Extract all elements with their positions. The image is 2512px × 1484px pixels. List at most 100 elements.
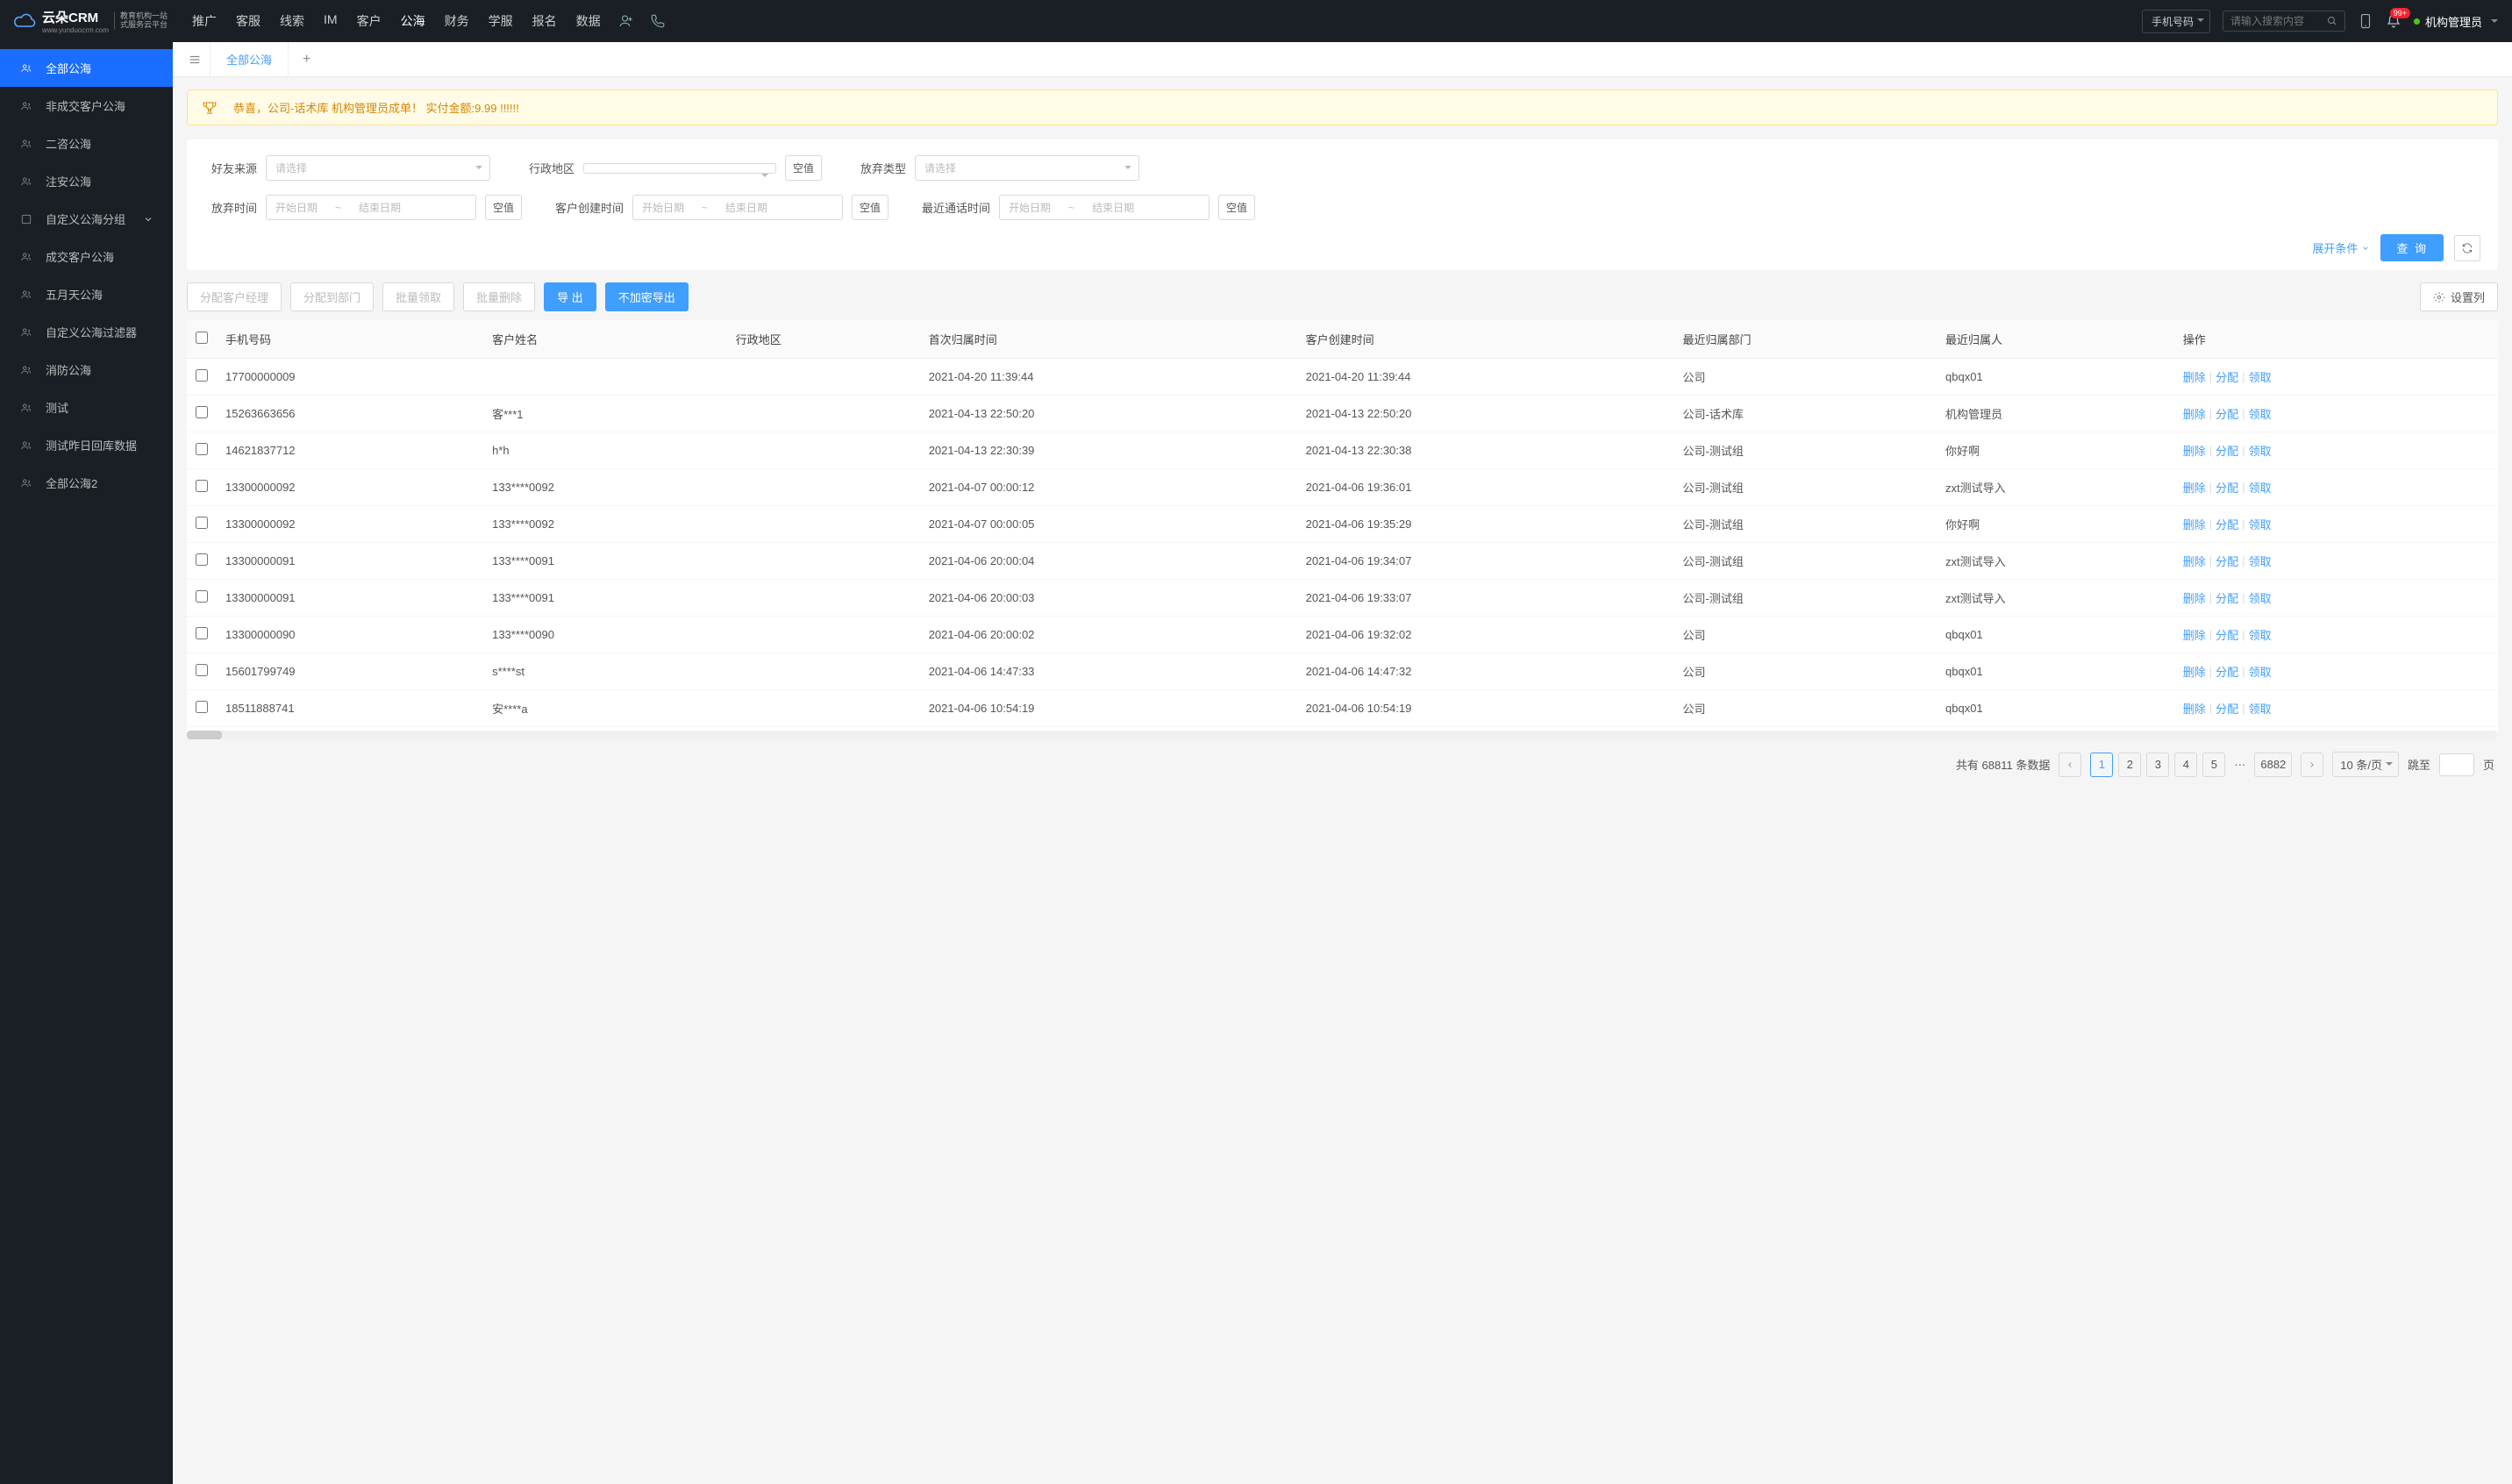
row-check[interactable] [196, 553, 208, 566]
row-check[interactable] [196, 480, 208, 492]
op-delete[interactable]: 删除 [2183, 516, 2206, 532]
row-check[interactable] [196, 369, 208, 382]
op-claim[interactable]: 领取 [2249, 516, 2272, 532]
refresh-button[interactable] [2454, 235, 2480, 261]
nav-item-0[interactable]: 推广 [192, 12, 217, 30]
select-all[interactable] [196, 332, 208, 344]
user-add-icon[interactable] [618, 13, 634, 29]
op-assign[interactable]: 分配 [2216, 589, 2238, 606]
op-assign[interactable]: 分配 [2216, 700, 2238, 717]
row-check[interactable] [196, 590, 208, 603]
phone-icon[interactable] [650, 13, 666, 29]
op-delete[interactable]: 删除 [2183, 479, 2206, 496]
tab-all-sea[interactable]: 全部公海 [210, 42, 289, 77]
op-claim[interactable]: 领取 [2249, 479, 2272, 496]
sidebar-item-7[interactable]: 自定义公海过滤器 [0, 313, 173, 351]
op-delete[interactable]: 删除 [2183, 700, 2206, 717]
logo[interactable]: 云朵CRM www.yunduocrm.com 教育机构一站式服务云平台 [14, 8, 168, 34]
sidebar-item-5[interactable]: 成交客户公海 [0, 238, 173, 275]
page-next[interactable] [2301, 753, 2323, 777]
batch-claim-button[interactable]: 批量领取 [382, 282, 454, 311]
op-delete[interactable]: 删除 [2183, 663, 2206, 680]
page-prev[interactable] [2059, 753, 2081, 777]
sidebar-item-11[interactable]: 全部公海2 [0, 464, 173, 502]
expand-filters[interactable]: 展开条件 [2312, 239, 2370, 256]
page-1[interactable]: 1 [2090, 753, 2113, 777]
nav-item-3[interactable]: IM [324, 12, 338, 30]
op-assign[interactable]: 分配 [2216, 442, 2238, 459]
page-2[interactable]: 2 [2118, 753, 2141, 777]
op-assign[interactable]: 分配 [2216, 516, 2238, 532]
export-button[interactable]: 导 出 [544, 282, 596, 311]
nav-item-9[interactable]: 数据 [576, 12, 601, 30]
sidebar-item-10[interactable]: 测试昨日回库数据 [0, 426, 173, 464]
sidebar-item-0[interactable]: 全部公海 [0, 49, 173, 87]
sidebar-item-3[interactable]: 注安公海 [0, 162, 173, 200]
filter-region-select[interactable] [583, 163, 776, 174]
assign-dept-button[interactable]: 分配到部门 [290, 282, 374, 311]
op-assign[interactable]: 分配 [2216, 405, 2238, 422]
jump-input[interactable] [2439, 753, 2474, 776]
nav-item-1[interactable]: 客服 [236, 12, 260, 30]
op-claim[interactable]: 领取 [2249, 626, 2272, 643]
page-size-select[interactable]: 10 条/页 [2332, 752, 2399, 777]
search-button[interactable]: 查 询 [2380, 234, 2444, 261]
op-delete[interactable]: 删除 [2183, 442, 2206, 459]
op-delete[interactable]: 删除 [2183, 405, 2206, 422]
nav-item-7[interactable]: 学服 [489, 12, 513, 30]
batch-delete-button[interactable]: 批量删除 [463, 282, 535, 311]
nav-item-8[interactable]: 报名 [532, 12, 557, 30]
nav-item-6[interactable]: 财务 [445, 12, 469, 30]
nav-item-2[interactable]: 线索 [280, 12, 304, 30]
create-empty-btn[interactable]: 空值 [852, 195, 888, 220]
tab-list-icon[interactable] [180, 54, 210, 66]
page-3[interactable]: 3 [2146, 753, 2169, 777]
row-check[interactable] [196, 664, 208, 676]
row-check[interactable] [196, 517, 208, 529]
user-menu[interactable]: 机构管理员 [2414, 13, 2498, 30]
nav-item-4[interactable]: 客户 [357, 12, 382, 30]
op-delete[interactable]: 删除 [2183, 626, 2206, 643]
nav-item-5[interactable]: 公海 [401, 12, 425, 30]
filter-friend-source-select[interactable]: 请选择 [266, 155, 490, 181]
row-check[interactable] [196, 627, 208, 639]
sidebar-item-2[interactable]: 二咨公海 [0, 125, 173, 162]
bell-wrapper[interactable]: 99+ [2386, 13, 2401, 29]
op-delete[interactable]: 删除 [2183, 553, 2206, 569]
lastcall-range[interactable]: 开始日期~结束日期 [999, 195, 1210, 220]
op-assign[interactable]: 分配 [2216, 479, 2238, 496]
op-claim[interactable]: 领取 [2249, 700, 2272, 717]
create-time-range[interactable]: 开始日期~结束日期 [632, 195, 843, 220]
sidebar-item-6[interactable]: 五月天公海 [0, 275, 173, 313]
op-claim[interactable]: 领取 [2249, 442, 2272, 459]
h-scrollbar[interactable] [187, 731, 2498, 739]
op-claim[interactable]: 领取 [2249, 405, 2272, 422]
row-check[interactable] [196, 443, 208, 455]
op-assign[interactable]: 分配 [2216, 663, 2238, 680]
op-claim[interactable]: 领取 [2249, 368, 2272, 385]
abandon-time-range[interactable]: 开始日期~结束日期 [266, 195, 476, 220]
op-claim[interactable]: 领取 [2249, 589, 2272, 606]
search-input[interactable] [2230, 15, 2322, 27]
row-check[interactable] [196, 406, 208, 418]
sidebar-item-8[interactable]: 消防公海 [0, 351, 173, 389]
search-icon[interactable] [2327, 15, 2337, 27]
op-delete[interactable]: 删除 [2183, 368, 2206, 385]
row-check[interactable] [196, 701, 208, 713]
export-plain-button[interactable]: 不加密导出 [605, 282, 689, 311]
abandon-empty-btn[interactable]: 空值 [485, 195, 522, 220]
page-5[interactable]: 5 [2202, 753, 2225, 777]
sidebar-item-9[interactable]: 测试 [0, 389, 173, 426]
op-assign[interactable]: 分配 [2216, 368, 2238, 385]
assign-mgr-button[interactable]: 分配客户经理 [187, 282, 282, 311]
mobile-icon[interactable] [2358, 11, 2373, 31]
sidebar-item-4[interactable]: 自定义公海分组 [0, 200, 173, 238]
op-claim[interactable]: 领取 [2249, 553, 2272, 569]
filter-abandon-type-select[interactable]: 请选择 [915, 155, 1139, 181]
op-delete[interactable]: 删除 [2183, 589, 2206, 606]
page-last[interactable]: 6882 [2254, 753, 2292, 777]
op-assign[interactable]: 分配 [2216, 553, 2238, 569]
settings-cols-button[interactable]: 设置列 [2420, 282, 2498, 311]
op-assign[interactable]: 分配 [2216, 626, 2238, 643]
tab-add[interactable]: + [289, 52, 325, 68]
